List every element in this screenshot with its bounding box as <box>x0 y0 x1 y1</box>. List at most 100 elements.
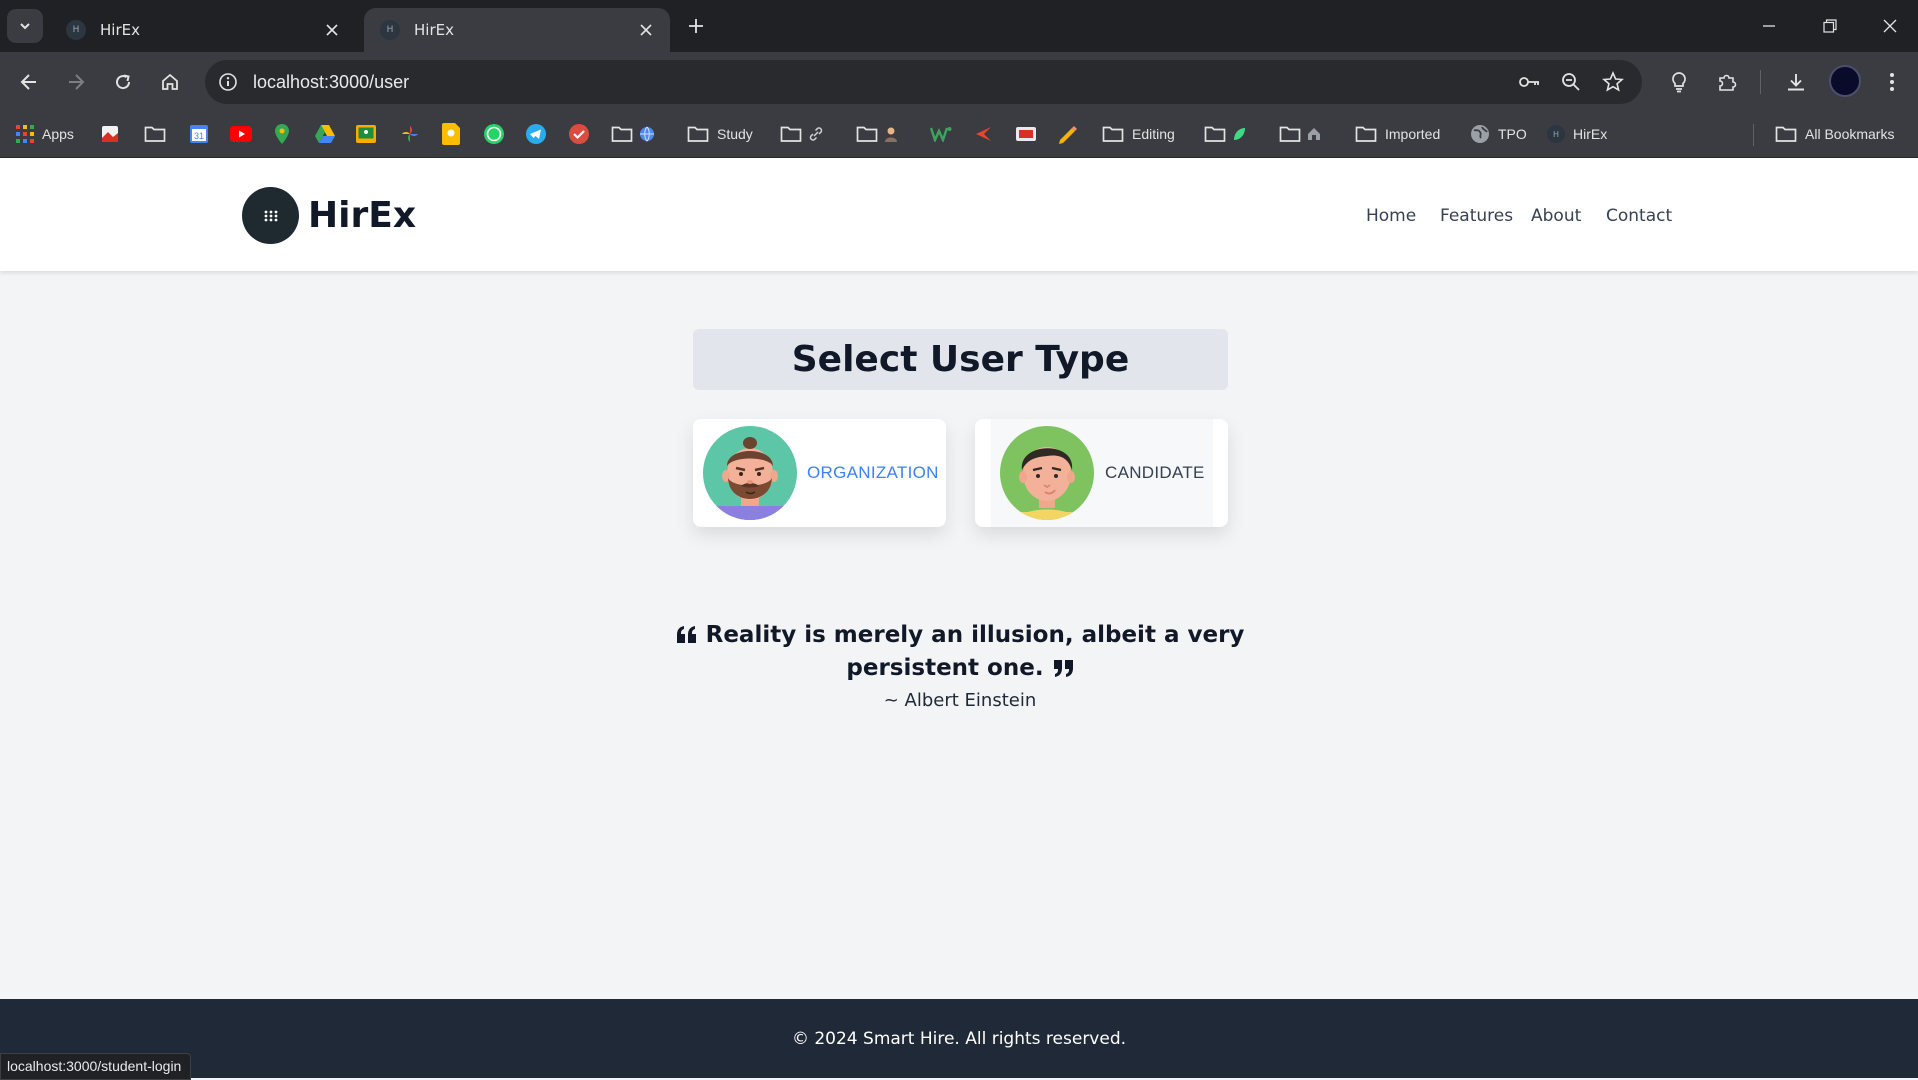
reload-icon <box>113 72 133 92</box>
bookmark-red-logo[interactable] <box>974 123 992 145</box>
nav-link-contact[interactable]: Contact <box>1606 204 1672 228</box>
folder-icon <box>1102 125 1124 143</box>
arrow-right-icon <box>66 72 86 92</box>
home-icon <box>160 72 180 92</box>
bookmark-todoist[interactable] <box>568 123 590 145</box>
telegram-icon <box>525 123 547 145</box>
back-button[interactable] <box>15 68 43 96</box>
bookmark-label: Study <box>717 126 753 142</box>
folder-icon <box>687 125 709 143</box>
tab-close-icon[interactable] <box>636 20 656 40</box>
copyright-text: © 2024 Smart Hire. All rights reserved. <box>791 1028 1127 1049</box>
bookmark-youtube[interactable] <box>230 123 252 145</box>
bookmark-folder-study[interactable]: Study <box>687 123 753 145</box>
bookmark-folder-green[interactable] <box>1204 123 1246 145</box>
bookmark-ruler[interactable] <box>1057 123 1079 145</box>
tab-search-button[interactable] <box>7 9 43 43</box>
bookmark-w[interactable] <box>930 123 952 145</box>
page-title: Select User Type <box>693 329 1228 390</box>
tab-favicon: H <box>380 20 400 40</box>
close-icon <box>1883 19 1897 33</box>
whatsapp-icon <box>483 123 505 145</box>
address-bar[interactable]: localhost:3000/user <box>205 60 1642 104</box>
extension-button[interactable] <box>1665 68 1693 96</box>
restore-button[interactable] <box>1818 14 1842 38</box>
minimize-button[interactable] <box>1757 14 1781 38</box>
bookmarks-bar: Apps 31 Study Editing Imported TPO H Hir… <box>0 112 1918 158</box>
bookmark-photos[interactable] <box>400 123 420 145</box>
forward-button[interactable] <box>62 68 90 96</box>
bookmark-folder-link[interactable] <box>780 123 824 145</box>
nav-link-about[interactable]: About <box>1531 204 1581 228</box>
bookmark-star-icon[interactable] <box>1601 70 1625 94</box>
bookmark-whatsapp[interactable] <box>483 123 505 145</box>
bookmark-keep[interactable] <box>442 123 460 145</box>
tab-title: HirEx <box>414 21 454 39</box>
puzzle-icon <box>1716 71 1738 93</box>
bookmark-tpo[interactable]: TPO <box>1470 123 1527 145</box>
bookmark-video[interactable] <box>1015 123 1037 145</box>
site-navbar: HirEx Home Features About Contact <box>0 158 1918 271</box>
nav-link-home[interactable]: Home <box>1366 204 1416 228</box>
nav-link-features[interactable]: Features <box>1440 204 1513 228</box>
tab-close-icon[interactable] <box>322 20 342 40</box>
classroom-icon <box>356 125 376 143</box>
hirex-favicon-icon: H <box>1547 125 1565 143</box>
candidate-option-card[interactable]: CANDIDATE <box>975 419 1228 527</box>
bookmark-all-bookmarks[interactable]: All Bookmarks <box>1775 123 1894 145</box>
bookmark-telegram[interactable] <box>525 123 547 145</box>
browser-tab-2[interactable]: H HirEx <box>364 8 670 52</box>
arrow-left-icon <box>19 72 39 92</box>
w-logo-icon <box>930 126 952 142</box>
bookmark-calendar[interactable]: 31 <box>189 123 209 145</box>
brand-name[interactable]: HirEx <box>308 188 416 244</box>
browser-tab-1[interactable]: H HirEx <box>50 8 356 52</box>
folder-icon <box>856 125 878 143</box>
browser-menu-button[interactable] <box>1878 68 1906 96</box>
site-info-icon[interactable] <box>217 71 239 93</box>
svg-text:31: 31 <box>194 131 204 141</box>
bookmark-hirex[interactable]: H HirEx <box>1547 123 1607 145</box>
download-icon <box>1785 71 1807 93</box>
browser-tab-strip: H HirEx H HirEx <box>0 0 1918 52</box>
young-man-avatar-icon <box>1000 426 1094 520</box>
plus-icon <box>688 18 704 34</box>
new-tab-button[interactable] <box>684 14 708 38</box>
bookmark-folder[interactable] <box>144 123 166 145</box>
quote-block: Reality is merely an illusion, albeit a … <box>640 619 1280 685</box>
bookmark-folder-house[interactable] <box>1279 123 1321 145</box>
bookmark-label: Editing <box>1132 126 1175 142</box>
organization-option-card[interactable]: ORGANIZATION <box>693 419 946 527</box>
quote-author: ~ Albert Einstein <box>883 690 1037 711</box>
password-key-icon[interactable] <box>1517 70 1541 94</box>
quote-text: Reality is merely an illusion, albeit a … <box>705 622 1245 681</box>
quote-open-icon <box>676 626 698 644</box>
bearded-man-avatar-icon <box>703 426 797 520</box>
folder-icon <box>780 125 802 143</box>
bookmark-gallery[interactable] <box>100 123 120 145</box>
home-button[interactable] <box>156 68 184 96</box>
bookmark-folder-editing[interactable]: Editing <box>1102 123 1175 145</box>
bookmark-folder-person[interactable] <box>856 123 898 145</box>
bookmark-drive[interactable] <box>314 123 336 145</box>
close-window-button[interactable] <box>1878 14 1902 38</box>
bookmark-classroom[interactable] <box>356 123 376 145</box>
bookmark-folder-globe[interactable] <box>611 123 655 145</box>
zoom-icon[interactable] <box>1559 70 1583 94</box>
bookmark-label: TPO <box>1498 126 1527 142</box>
bookmark-label: Imported <box>1385 126 1441 142</box>
downloads-button[interactable] <box>1782 68 1810 96</box>
leaf-icon <box>1232 126 1246 142</box>
bookmark-folder-imported[interactable]: Imported <box>1355 123 1440 145</box>
profile-avatar[interactable] <box>1829 65 1861 97</box>
address-url[interactable]: localhost:3000/user <box>253 60 409 104</box>
organization-label: ORGANIZATION <box>807 463 939 482</box>
candidate-label: CANDIDATE <box>1105 463 1205 482</box>
bookmark-maps[interactable] <box>274 123 290 145</box>
red-arrow-icon <box>974 126 992 142</box>
brand-logo[interactable] <box>242 187 299 244</box>
reload-button[interactable] <box>109 68 137 96</box>
extensions-menu-button[interactable] <box>1713 68 1741 96</box>
bookmark-apps[interactable]: Apps <box>16 123 74 145</box>
chevron-down-icon <box>18 19 32 33</box>
